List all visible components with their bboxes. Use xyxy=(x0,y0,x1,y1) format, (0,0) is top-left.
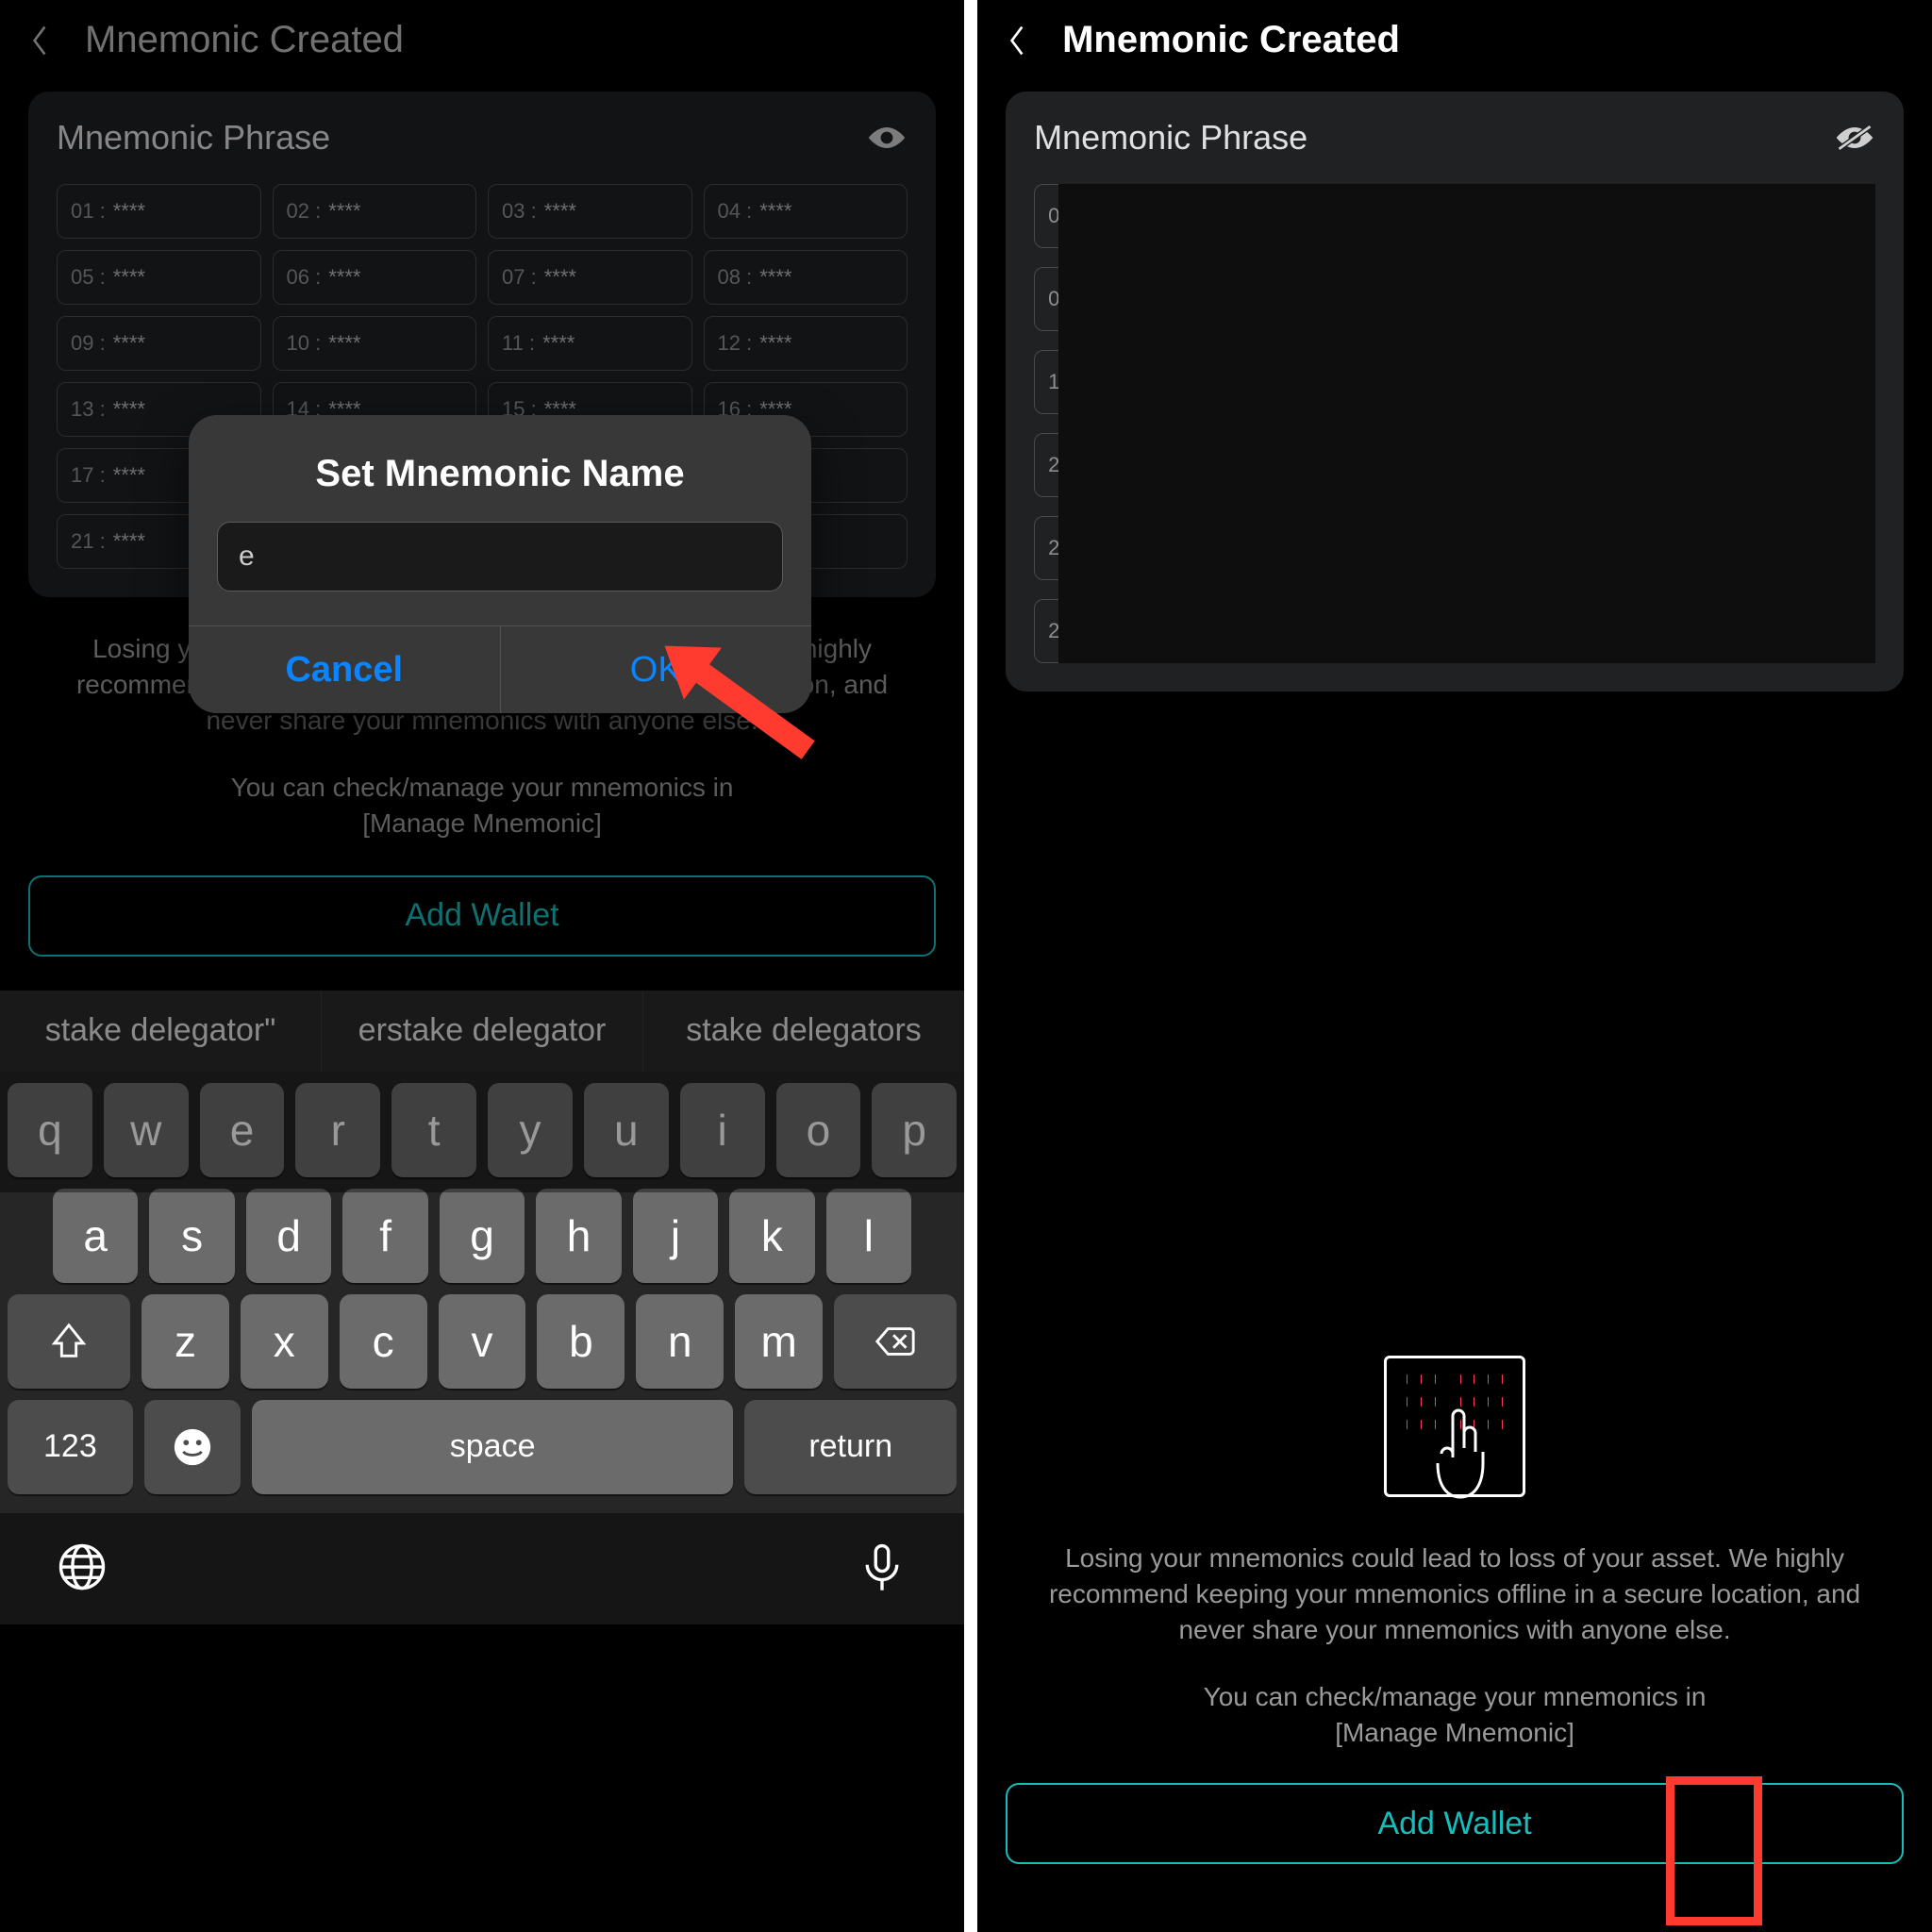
key-d[interactable]: d xyxy=(246,1189,331,1283)
header: Mnemonic Created xyxy=(977,0,1932,80)
key-a[interactable]: a xyxy=(53,1189,138,1283)
card-header: Mnemonic Phrase xyxy=(1034,118,1875,158)
key-g[interactable]: g xyxy=(440,1189,525,1283)
eye-off-icon[interactable] xyxy=(1834,124,1875,152)
annotation-highlight xyxy=(1666,1776,1762,1925)
key-l[interactable]: l xyxy=(826,1189,911,1283)
phone-left: Mnemonic Created Mnemonic Phrase 01 : **… xyxy=(0,0,964,1932)
cancel-button[interactable]: Cancel xyxy=(189,626,500,713)
key-s[interactable]: s xyxy=(149,1189,234,1283)
key-m[interactable]: m xyxy=(735,1294,823,1389)
secure-illustration xyxy=(1384,1356,1525,1497)
key-c[interactable]: c xyxy=(340,1294,427,1389)
add-wallet-label: Add Wallet xyxy=(1377,1806,1531,1842)
key-delete[interactable] xyxy=(834,1294,957,1389)
dialog-title: Set Mnemonic Name xyxy=(189,415,811,522)
set-mnemonic-name-dialog: Set Mnemonic Name e Cancel OK xyxy=(189,415,811,713)
key-z[interactable]: z xyxy=(142,1294,229,1389)
key-123[interactable]: 123 xyxy=(8,1400,133,1494)
warning-manage-line2: [Manage Mnemonic] xyxy=(1034,1715,1875,1751)
shift-icon xyxy=(47,1320,91,1363)
key-x[interactable]: x xyxy=(241,1294,328,1389)
input-value: e xyxy=(239,541,255,573)
mnemonic-cover xyxy=(1058,184,1875,663)
key-row-3: zxcvbnm xyxy=(0,1283,964,1389)
back-button[interactable] xyxy=(1000,24,1034,58)
key-shift[interactable] xyxy=(8,1294,130,1389)
keyboard-bottom xyxy=(0,1513,964,1624)
key-k[interactable]: k xyxy=(729,1189,814,1283)
backspace-icon xyxy=(874,1320,917,1363)
warning-manage-line1: You can check/manage your mnemonics in xyxy=(1034,1679,1875,1715)
warning-text: Losing your mnemonics could lead to loss… xyxy=(1034,1541,1875,1647)
key-h[interactable]: h xyxy=(536,1189,621,1283)
pane-divider xyxy=(964,0,977,1932)
key-n[interactable]: n xyxy=(636,1294,724,1389)
key-return[interactable]: return xyxy=(744,1400,957,1494)
phone-right: Mnemonic Created Mnemonic Phrase 001222 xyxy=(977,0,1932,1932)
key-b[interactable]: b xyxy=(537,1294,625,1389)
hand-icon xyxy=(1421,1408,1489,1503)
mnemonic-name-input[interactable]: e xyxy=(217,522,783,591)
emoji-icon xyxy=(171,1425,214,1469)
key-f[interactable]: f xyxy=(342,1189,427,1283)
page-title: Mnemonic Created xyxy=(1062,19,1400,61)
key-v[interactable]: v xyxy=(439,1294,526,1389)
key-emoji[interactable] xyxy=(144,1400,241,1494)
globe-icon[interactable] xyxy=(57,1541,108,1592)
add-wallet-button[interactable]: Add Wallet xyxy=(1006,1783,1904,1864)
warning-manage: You can check/manage your mnemonics in [… xyxy=(1034,1679,1875,1751)
key-j[interactable]: j xyxy=(633,1189,718,1283)
stage: Mnemonic Created Mnemonic Phrase 01 : **… xyxy=(0,0,1932,1932)
card-title: Mnemonic Phrase xyxy=(1034,118,1307,158)
dialog-buttons: Cancel OK xyxy=(189,625,811,713)
chevron-left-icon xyxy=(1007,24,1027,58)
mnemonic-card: Mnemonic Phrase 001222 xyxy=(1006,92,1904,691)
key-row-2: asdfghjkl xyxy=(0,1177,964,1283)
key-space[interactable]: space xyxy=(252,1400,734,1494)
mic-icon[interactable] xyxy=(857,1541,908,1592)
key-row-4: 123 space return xyxy=(0,1389,964,1513)
